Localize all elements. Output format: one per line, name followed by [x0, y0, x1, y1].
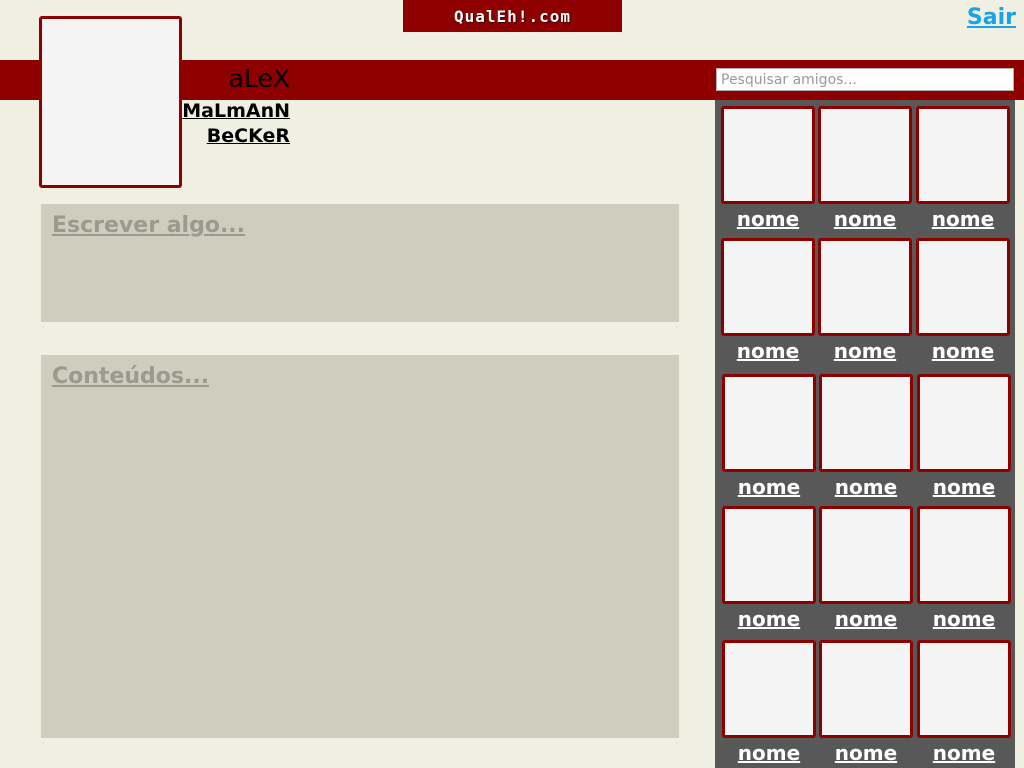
content-feed-label[interactable]: Conteúdos... [52, 364, 209, 389]
profile-last-name-line2[interactable]: BeCKeR [182, 125, 290, 147]
friend-card[interactable]: nome [916, 106, 1010, 234]
friend-search-input[interactable] [716, 68, 1014, 91]
friend-avatar[interactable] [819, 640, 913, 738]
friend-avatar[interactable] [722, 374, 816, 472]
friend-name-link[interactable]: nome [917, 472, 1011, 502]
friend-card[interactable]: nome [722, 374, 816, 502]
friend-avatar[interactable] [722, 640, 816, 738]
friend-name-link[interactable]: nome [819, 472, 913, 502]
site-logo[interactable]: QualEh!.com [403, 0, 622, 32]
friend-name-link[interactable]: nome [721, 204, 815, 234]
friend-name-link[interactable]: nome [819, 604, 913, 634]
post-composer-placeholder[interactable]: Escrever algo... [52, 213, 245, 238]
friend-card[interactable]: nome [818, 106, 912, 234]
friend-card[interactable]: nome [819, 640, 913, 768]
friend-name-link[interactable]: nome [916, 204, 1010, 234]
friend-card[interactable]: nome [722, 640, 816, 768]
friend-card[interactable]: nome [916, 238, 1010, 366]
friend-name-link[interactable]: nome [818, 336, 912, 366]
friend-card[interactable]: nome [917, 506, 1011, 634]
friend-avatar[interactable] [721, 106, 815, 204]
profile-first-name: aLeX [228, 64, 290, 93]
friend-card[interactable]: nome [818, 238, 912, 366]
friend-name-link[interactable]: nome [722, 604, 816, 634]
friend-avatar[interactable] [917, 506, 1011, 604]
friend-avatar[interactable] [917, 640, 1011, 738]
friend-avatar[interactable] [819, 374, 913, 472]
friend-name-link[interactable]: nome [917, 604, 1011, 634]
friend-card[interactable]: nome [819, 374, 913, 502]
friend-avatar[interactable] [916, 106, 1010, 204]
friend-card[interactable]: nome [721, 106, 815, 234]
friend-avatar[interactable] [916, 238, 1010, 336]
friend-name-link[interactable]: nome [722, 738, 816, 768]
friends-panel: nome nome nome nome nome nome nome nome … [715, 100, 1015, 768]
friend-name-link[interactable]: nome [819, 738, 913, 768]
friend-card[interactable]: nome [721, 238, 815, 366]
friend-avatar[interactable] [721, 238, 815, 336]
friend-card[interactable]: nome [819, 506, 913, 634]
friend-name-link[interactable]: nome [917, 738, 1011, 768]
friend-avatar[interactable] [819, 506, 913, 604]
friend-avatar[interactable] [722, 506, 816, 604]
friend-avatar[interactable] [917, 374, 1011, 472]
friend-name-link[interactable]: nome [721, 336, 815, 366]
friend-name-link[interactable]: nome [916, 336, 1010, 366]
friend-name-link[interactable]: nome [818, 204, 912, 234]
friend-card[interactable]: nome [917, 374, 1011, 502]
content-feed: Conteúdos... [41, 355, 679, 738]
friend-avatar[interactable] [818, 238, 912, 336]
friend-avatar[interactable] [818, 106, 912, 204]
friend-card[interactable]: nome [917, 640, 1011, 768]
friend-card[interactable]: nome [722, 506, 816, 634]
post-composer[interactable]: Escrever algo... [41, 204, 679, 322]
logout-link[interactable]: Sair [967, 5, 1016, 30]
profile-avatar[interactable] [39, 16, 182, 188]
friend-name-link[interactable]: nome [722, 472, 816, 502]
profile-last-name-line1[interactable]: MaLmAnN [182, 100, 290, 122]
